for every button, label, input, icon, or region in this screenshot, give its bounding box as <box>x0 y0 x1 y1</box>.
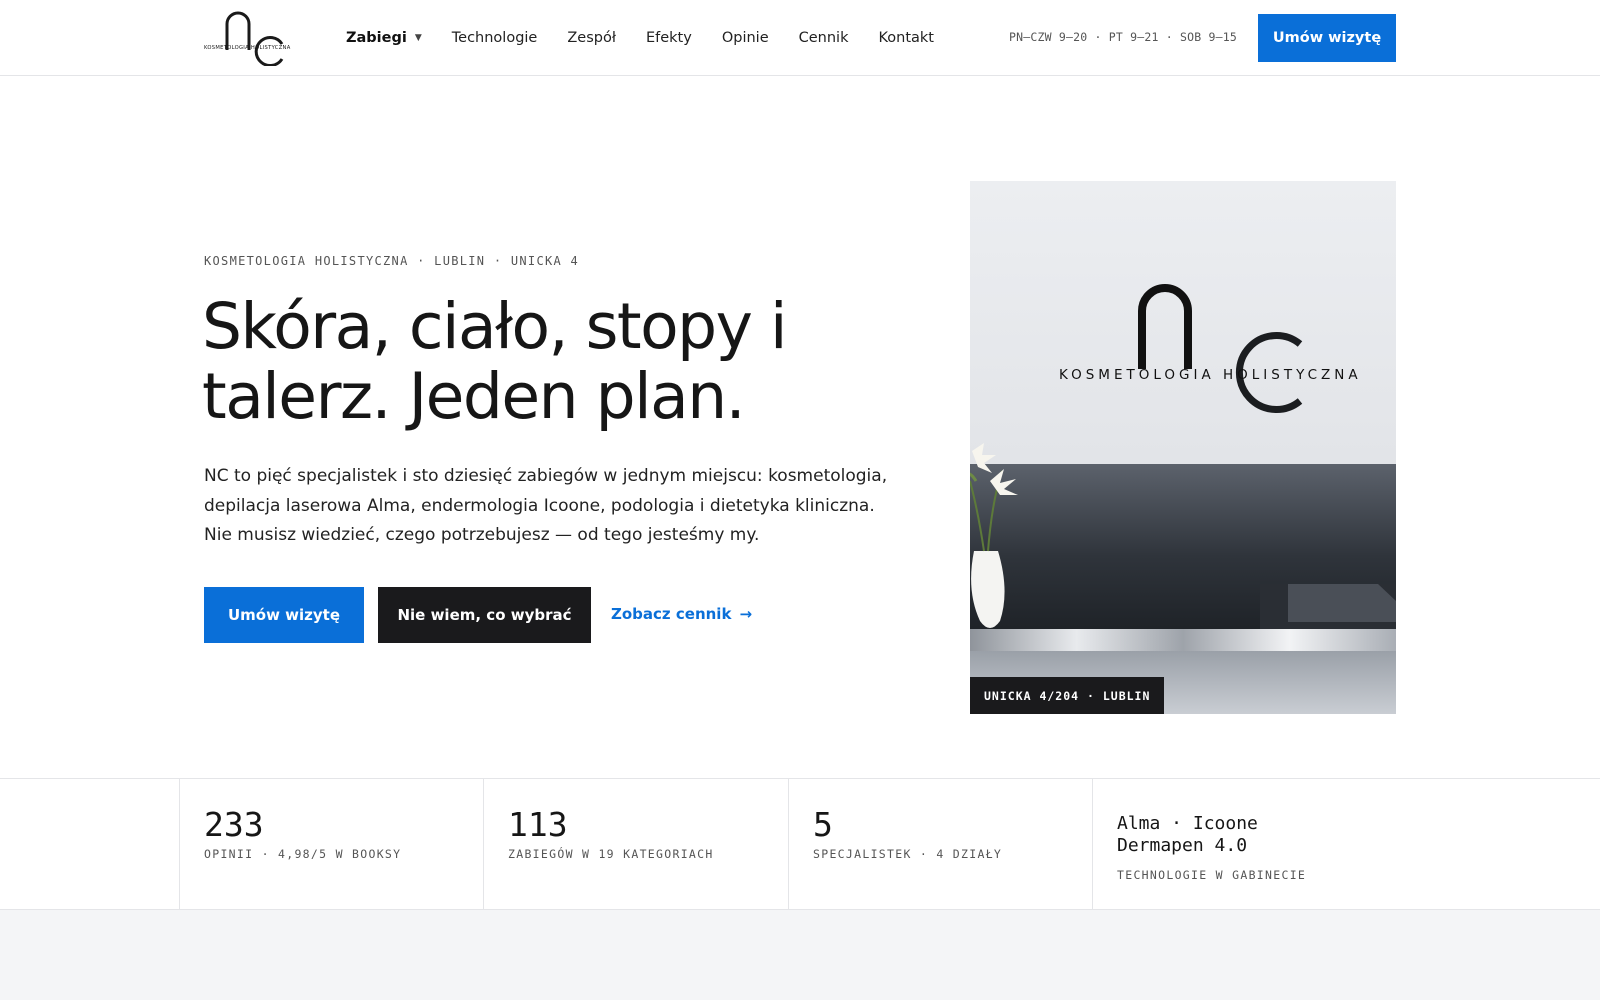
stat-specialists: 5 SPECJALISTEK · 4 DZIAŁY <box>788 779 1093 909</box>
nav-item-kontakt[interactable]: Kontakt <box>878 30 934 46</box>
stat-reviews: 233 OPINII · 4,98/5 W BOOKSY <box>179 779 484 909</box>
main-nav: Zabiegi ▼ Technologie Zespół Efekty Opin… <box>346 0 964 76</box>
help-choose-button[interactable]: Nie wiem, co wybrać <box>378 587 591 643</box>
hero-title-line: Skóra, ciało, stopy i <box>202 290 787 363</box>
nav-item-technologie[interactable]: Technologie <box>452 30 538 46</box>
stat-label: TECHNOLOGIE W GABINECIE <box>1117 868 1307 882</box>
stat-technologies: Alma · Icoone Dermapen 4.0 TECHNOLOGIE W… <box>1092 779 1422 909</box>
next-section-band <box>0 910 1600 1000</box>
nav-item-zabiegi[interactable]: Zabiegi ▼ <box>346 30 422 46</box>
hero-eyebrow: KOSMETOLOGIA HOLISTYCZNA · LUBLIN · UNIC… <box>204 254 580 268</box>
nav-item-efekty[interactable]: Efekty <box>646 30 692 46</box>
hero-title-line: talerz. Jeden plan. <box>202 360 746 433</box>
nav-item-label: Zabiegi <box>346 30 407 46</box>
image-caption: UNICKA 4/204 · LUBLIN <box>970 677 1165 714</box>
stats-bar: 233 OPINII · 4,98/5 W BOOKSY 113 ZABIEGÓ… <box>0 778 1600 910</box>
hero-image: KOSMETOLOGIA HOLISTYCZNA <box>970 181 1396 714</box>
site-header: KOSMETOLOGIA HOLISTYCZNA Zabiegi ▼ Techn… <box>0 0 1600 76</box>
stat-label: SPECJALISTEK · 4 DZIAŁY <box>813 847 1003 861</box>
hero-title: Skóra, ciało, stopy i talerz. Jeden plan… <box>202 292 882 432</box>
brand-logo[interactable]: KOSMETOLOGIA HOLISTYCZNA <box>204 10 298 67</box>
nav-item-zespol[interactable]: Zespół <box>567 30 616 46</box>
stat-label: ZABIEGÓW W 19 KATEGORIACH <box>508 847 714 861</box>
stat-tech-list: Alma · Icoone Dermapen 4.0 <box>1117 813 1258 857</box>
tech-line: Dermapen 4.0 <box>1117 835 1248 856</box>
nav-item-cennik[interactable]: Cennik <box>799 30 849 46</box>
stat-label: OPINII · 4,98/5 W BOOKSY <box>204 847 402 861</box>
opening-hours: PN–CZW 9–20 · PT 9–21 · SOB 9–15 <box>1009 30 1237 44</box>
stat-value: 5 <box>813 805 833 844</box>
stat-value: 113 <box>508 805 568 844</box>
caret-down-icon: ▼ <box>414 33 422 43</box>
hero-description: NC to pięć specjalistek i sto dziesięć z… <box>204 466 888 545</box>
price-list-link[interactable]: Zobacz cennik → <box>611 605 752 623</box>
stat-value: 233 <box>204 805 264 844</box>
book-visit-button[interactable]: Umów wizytę <box>1258 14 1396 62</box>
nav-item-opinie[interactable]: Opinie <box>722 30 769 46</box>
stat-treatments: 113 ZABIEGÓW W 19 KATEGORIACH <box>483 779 789 909</box>
price-list-link-label: Zobacz cennik <box>611 605 732 623</box>
arrow-right-icon: → <box>739 605 753 623</box>
tech-line: Alma · Icoone <box>1117 813 1258 834</box>
logo-text: KOSMETOLOGIA HOLISTYCZNA <box>204 45 291 51</box>
wall-logo-text: KOSMETOLOGIA HOLISTYCZNA <box>1059 367 1362 383</box>
book-visit-hero-button[interactable]: Umów wizytę <box>204 587 364 643</box>
